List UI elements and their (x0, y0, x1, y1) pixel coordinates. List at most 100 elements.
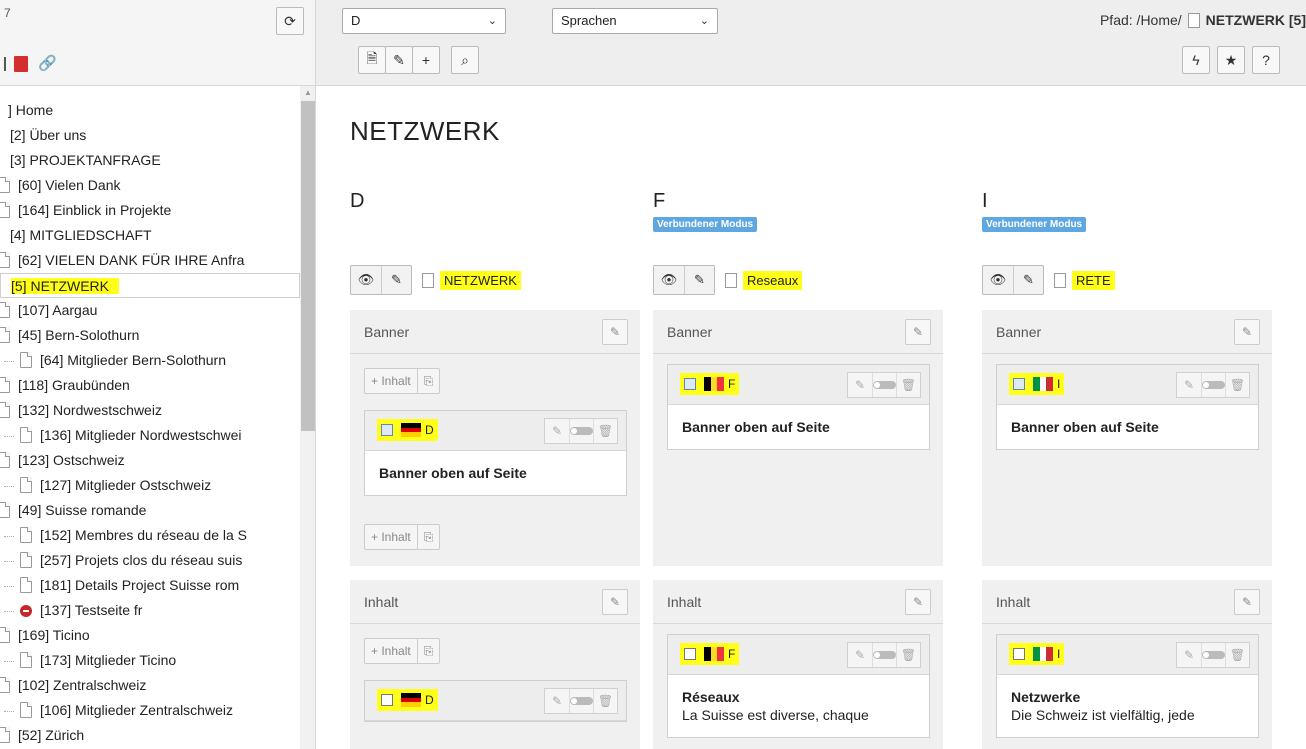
add-content-wizard-icon[interactable]: ✎ (1234, 319, 1260, 345)
eye-icon[interactable]: 👁 (351, 266, 381, 294)
trash-icon[interactable]: 🗑 (896, 373, 920, 397)
add-content-button[interactable]: + Inhalt ⎘ (364, 368, 441, 394)
edit-icon[interactable]: ✎ (1177, 643, 1201, 667)
pencil-icon[interactable]: ✎ (684, 266, 714, 294)
flash-button[interactable]: ϟ (1182, 46, 1210, 74)
tree-item[interactable]: [118] Graubünden (0, 373, 300, 398)
content-element-card[interactable]: I ✎ 🗑 Netzwerke Die Schweiz ist vielfältig, … (996, 634, 1259, 738)
new-page-button[interactable]: + (412, 46, 440, 74)
page-icon[interactable] (0, 452, 10, 468)
add-content-wizard-icon[interactable]: ✎ (1234, 589, 1260, 615)
add-content-wizard-icon[interactable]: ✎ (602, 319, 628, 345)
hidden-page-icon[interactable] (20, 605, 32, 617)
tree-item[interactable]: [52] Zürich (0, 723, 300, 748)
page-icon[interactable] (20, 427, 32, 443)
content-element-card[interactable]: F ✎ 🗑 Réseaux La Suisse est diverse, chaque (667, 634, 930, 738)
page-icon[interactable] (0, 502, 10, 518)
tree-item[interactable]: [4] MITGLIEDSCHAFT (0, 223, 300, 248)
tree-item[interactable]: [5] NETZWERK (0, 273, 300, 298)
tree-item[interactable]: [2] Über uns (0, 123, 300, 148)
link-icon[interactable]: 🔗 (38, 54, 57, 72)
trash-icon[interactable]: 🗑 (1225, 373, 1249, 397)
tree-item[interactable]: [107] Aargau (0, 298, 300, 323)
tree-item[interactable]: [152] Membres du réseau de la S (0, 523, 300, 548)
tree-item[interactable]: [132] Nordwestschweiz (0, 398, 300, 423)
tree-item[interactable]: [45] Bern-Solothurn (0, 323, 300, 348)
page-icon[interactable] (0, 252, 10, 268)
tree-item[interactable]: [49] Suisse romande (0, 498, 300, 523)
tree-item[interactable]: [64] Mitglieder Bern-Solothurn (0, 348, 300, 373)
content-element-card[interactable]: F ✎ 🗑 Banner oben auf Seite (667, 364, 930, 450)
add-content-button[interactable]: + Inhalt ⎘ (364, 638, 441, 664)
trash-icon[interactable]: 🗑 (1225, 643, 1249, 667)
tree-item[interactable]: [137] Testseite fr (0, 598, 300, 623)
trash-icon[interactable]: 🗑 (593, 419, 617, 443)
delete-page-icon[interactable] (14, 56, 28, 72)
add-content-wizard-icon[interactable]: ✎ (905, 589, 931, 615)
refresh-tree-button[interactable]: ⟳ (276, 7, 304, 35)
page-icon[interactable] (0, 202, 10, 218)
language-select[interactable]: D ⌄ (342, 8, 506, 34)
page-icon[interactable] (20, 527, 32, 543)
search-button[interactable]: ⌕ (451, 46, 479, 74)
page-icon[interactable] (20, 577, 32, 593)
bookmark-button[interactable]: ★ (1217, 46, 1245, 74)
content-element-card[interactable]: D ✎ 🗑 Banner oben auf Seite (364, 410, 627, 496)
edit-icon[interactable]: ✎ (848, 373, 872, 397)
edit-page-properties-button[interactable]: ✎ (385, 46, 413, 74)
help-button[interactable]: ? (1252, 46, 1280, 74)
page-icon[interactable] (0, 677, 10, 693)
content-element-card[interactable]: I ✎ 🗑 Banner oben auf Seite (996, 364, 1259, 450)
add-content-button[interactable]: + Inhalt ⎘ (364, 524, 441, 550)
paste-icon[interactable]: ⎘ (416, 525, 440, 549)
tree-item[interactable]: [169] Ticino (0, 623, 300, 648)
tree-item[interactable]: [62] VIELEN DANK FÜR IHRE Anfra (0, 248, 300, 273)
toggle-visibility-icon[interactable] (1201, 373, 1225, 397)
content-element-card[interactable]: D ✎ 🗑 (364, 680, 627, 722)
page-icon[interactable] (0, 627, 10, 643)
tree-item[interactable]: [136] Mitglieder Nordwestschwei (0, 423, 300, 448)
page-icon[interactable] (0, 402, 10, 418)
toggle-visibility-icon[interactable] (872, 643, 896, 667)
view-mode-select[interactable]: Sprachen ⌄ (552, 8, 718, 34)
page-icon[interactable] (20, 352, 32, 368)
tree-item[interactable]: [127] Mitglieder Ostschweiz (0, 473, 300, 498)
tree-item[interactable]: [173] Mitglieder Ticino (0, 648, 300, 673)
tree-item[interactable]: [164] Einblick in Projekte (0, 198, 300, 223)
add-content-wizard-icon[interactable]: ✎ (602, 589, 628, 615)
page-icon[interactable] (0, 377, 10, 393)
page-icon[interactable] (0, 727, 10, 743)
edit-icon[interactable]: ✎ (545, 689, 569, 713)
edit-icon[interactable]: ✎ (545, 419, 569, 443)
tree-scrollbar-thumb[interactable] (301, 101, 315, 431)
tree-item[interactable]: [106] Mitglieder Zentralschweiz (0, 698, 300, 723)
view-page-button[interactable]: 🗎 (358, 46, 386, 74)
eye-icon[interactable]: 👁 (983, 266, 1013, 294)
page-icon[interactable] (20, 702, 32, 718)
page-icon[interactable] (20, 477, 32, 493)
tree-item[interactable]: [3] PROJEKTANFRAGE (0, 148, 300, 173)
toggle-visibility-icon[interactable] (569, 419, 593, 443)
page-icon[interactable] (0, 302, 10, 318)
tree-item[interactable]: [123] Ostschweiz (0, 448, 300, 473)
toggle-visibility-icon[interactable] (569, 689, 593, 713)
trash-icon[interactable]: 🗑 (593, 689, 617, 713)
toggle-visibility-icon[interactable] (1201, 643, 1225, 667)
edit-icon[interactable]: ✎ (848, 643, 872, 667)
page-icon[interactable] (20, 652, 32, 668)
tree-item[interactable]: [257] Projets clos du réseau suis (0, 548, 300, 573)
tree-item[interactable]: [60] Vielen Dank (0, 173, 300, 198)
pencil-icon[interactable]: ✎ (1013, 266, 1043, 294)
trash-icon[interactable]: 🗑 (896, 643, 920, 667)
add-content-wizard-icon[interactable]: ✎ (905, 319, 931, 345)
tree-item[interactable]: ] Home (0, 98, 300, 123)
paste-icon[interactable]: ⎘ (416, 369, 440, 393)
tree-item[interactable]: [181] Details Project Suisse rom (0, 573, 300, 598)
tree-item[interactable]: [102] Zentralschweiz (0, 673, 300, 698)
pencil-icon[interactable]: ✎ (381, 266, 411, 294)
page-icon[interactable] (0, 327, 10, 343)
page-icon[interactable] (0, 177, 10, 193)
toggle-visibility-icon[interactable] (872, 373, 896, 397)
edit-icon[interactable]: ✎ (1177, 373, 1201, 397)
scroll-up-icon[interactable]: ▲ (304, 88, 312, 97)
